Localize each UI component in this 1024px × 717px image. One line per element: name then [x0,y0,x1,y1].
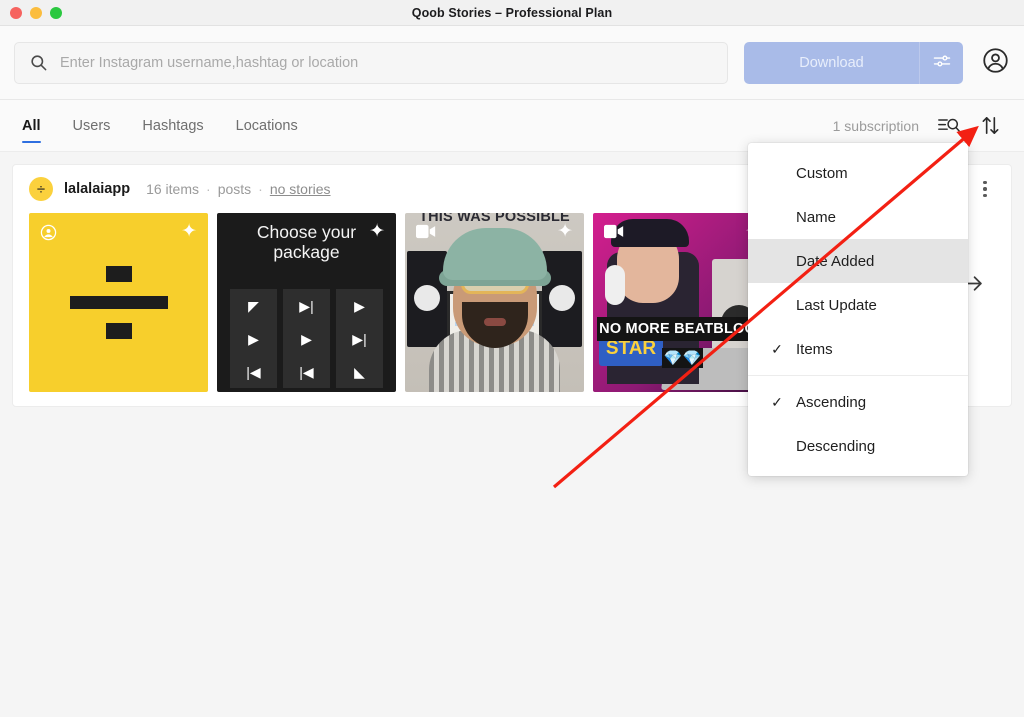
menu-label-descending: Descending [796,438,958,455]
thumbnail-item[interactable]: THIS WAS POSSIBLE ✦ [405,213,584,392]
sliders-icon [932,51,952,74]
studio-monitor-right [542,251,582,347]
menu-item-name[interactable]: Name [748,195,968,239]
thumbnail-item[interactable]: ✦ Choose your package ◤▶|◀ ▶|▶|◀ ▶▶|◣ [217,213,396,392]
search-input[interactable] [60,55,713,71]
meta-separator-1: · [206,181,211,197]
menu-check-ascending: ✓ [758,394,796,411]
sparkle-icon: ✦ [181,222,197,241]
more-vertical-icon[interactable] [975,181,995,198]
menu-item-ascending[interactable]: ✓ Ascending [748,380,968,424]
account-circle-icon [982,47,1009,79]
tab-locations[interactable]: Locations [236,100,298,151]
menu-item-descending[interactable]: Descending [748,424,968,468]
toolbar: Download [0,26,1024,100]
thumbnail-item[interactable]: STAR NO MORE BEATBLOCK 💎💎 ✦ [593,213,772,392]
download-group: Download [744,42,963,84]
tab-hashtags[interactable]: Hashtags [142,100,203,151]
menu-item-items[interactable]: ✓ Items [748,327,968,371]
close-button[interactable] [10,7,22,19]
menu-check-items: ✓ [758,341,796,358]
menu-label-last-update: Last Update [796,297,958,314]
tabs: All Users Hashtags Locations [22,100,298,151]
subscription-count: 1 subscription [833,118,919,134]
items-count: 16 items [146,181,199,197]
no-stories-link[interactable]: no stories [270,181,331,197]
card-meta: 16 items · posts · no stories [146,181,330,197]
play-glyph-grid: ◤▶|◀ ▶|▶|◀ ▶▶|◣ [230,289,383,388]
gems-text: 💎💎 [662,348,703,368]
download-settings-button[interactable] [919,42,963,84]
tab-all[interactable]: All [22,100,41,151]
sort-arrows-icon[interactable] [979,114,1002,137]
menu-separator [748,375,968,376]
sparkle-icon: ✦ [557,222,573,241]
person-mouth [484,318,506,326]
meta-separator-2: · [258,181,263,197]
filter-search-icon[interactable] [937,115,961,136]
caption-line-1: Choose your [257,222,356,242]
search-field[interactable] [14,42,728,84]
menu-item-custom[interactable]: Custom [748,151,968,195]
profile-icon [40,224,57,241]
play-glyph-column: ▶▶|◣ [336,289,383,388]
account-button[interactable] [981,48,1010,78]
thumbnail-caption: NO MORE BEATBLOCK [597,317,768,341]
gems-row: 💎💎 [593,348,772,368]
window-controls [10,0,62,26]
play-glyph-column: ◤▶|◀ [230,289,277,388]
search-icon [29,53,48,72]
minimize-button[interactable] [30,7,42,19]
menu-item-last-update[interactable]: Last Update [748,283,968,327]
divide-logo [70,266,168,339]
headphones [605,265,625,305]
title-bar: Qoob Stories – Professional Plan [0,0,1024,26]
thumbnail-item[interactable]: ✦ [29,213,208,392]
menu-item-date-added[interactable]: Date Added [748,239,968,283]
menu-label-items: Items [796,341,958,358]
menu-label-date-added: Date Added [796,253,958,270]
app-window: Qoob Stories – Professional Plan Downloa… [0,0,1024,717]
video-icon [416,224,436,239]
play-glyph-column: ▶|▶|◀ [283,289,330,388]
username-label: lalalaiapp [64,181,130,197]
zoom-button[interactable] [50,7,62,19]
menu-label-name: Name [796,209,958,226]
video-icon [604,224,624,239]
menu-label-custom: Custom [796,165,958,182]
window-title: Qoob Stories – Professional Plan [412,6,612,20]
caption-line-2: package [273,242,339,262]
avatar: ÷ [29,177,53,201]
tab-users[interactable]: Users [73,100,111,151]
studio-monitor-left [407,251,447,347]
sort-menu[interactable]: Custom Name Date Added Last Update ✓ Ite… [748,143,968,476]
menu-label-ascending: Ascending [796,394,958,411]
posts-label: posts [218,181,251,197]
sparkle-icon: ✦ [369,222,385,241]
bucket-hat [443,228,547,280]
download-button[interactable]: Download [744,42,919,84]
tab-bar-actions: 1 subscription [833,114,1002,137]
